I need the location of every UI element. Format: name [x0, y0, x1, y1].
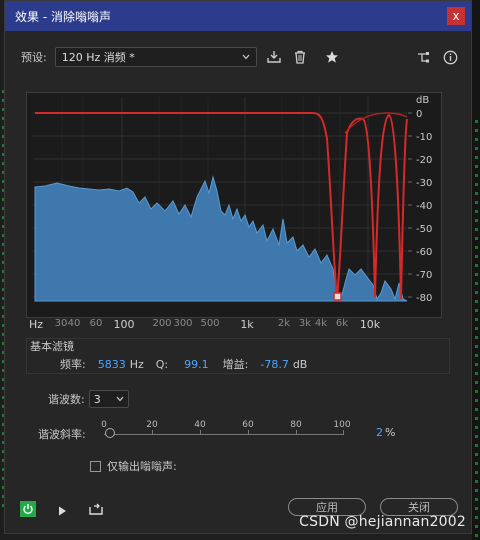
- harmonics-label: 谐波数:: [48, 393, 85, 406]
- harmonics-row: 谐波数: 3: [48, 390, 129, 408]
- db-axis: dB 0 -10 -20 -30 -40 -50 -60 -70 -80: [416, 95, 432, 304]
- star-icon[interactable]: [323, 48, 341, 66]
- slope-tick-label: 100: [333, 420, 351, 430]
- only-output-row: 仅输出嗡嗡声:: [90, 458, 177, 474]
- frequency-value[interactable]: 5833: [98, 358, 126, 371]
- db-ticks: [408, 112, 412, 298]
- preset-row: 预设: 120 Hz 消频 *: [21, 47, 459, 67]
- basic-filter-title: 基本滤镜: [30, 340, 74, 353]
- slider-tick: [248, 430, 249, 434]
- graph-canvas[interactable]: dB 0 -10 -20 -30 -40 -50 -60 -70 -80: [27, 93, 441, 317]
- slider-thumb[interactable]: [104, 428, 115, 438]
- chevron-down-icon: [242, 54, 250, 60]
- svg-text:-40: -40: [416, 201, 432, 212]
- x-tick: 6k: [335, 318, 349, 329]
- slope-label: 谐波斜率:: [38, 428, 86, 441]
- loop-icon[interactable]: [88, 501, 104, 520]
- x-tick: 3k: [298, 318, 312, 329]
- svg-text:-60: -60: [416, 247, 432, 258]
- slider-tick: [343, 430, 344, 434]
- svg-text:dB: dB: [416, 95, 429, 106]
- preset-value: 120 Hz 消频 *: [61, 51, 135, 64]
- svg-text:-10: -10: [416, 132, 432, 143]
- close-icon[interactable]: x: [447, 7, 465, 25]
- x-tick: 2k: [277, 318, 291, 329]
- x-tick: 1k: [240, 318, 254, 331]
- slope-tick-label: 20: [146, 420, 158, 430]
- chevron-down-icon: [116, 396, 124, 402]
- slope-row: 谐波斜率:: [38, 426, 86, 442]
- slope-slider[interactable]: [104, 428, 344, 438]
- spectrum-area: [34, 175, 408, 302]
- harmonics-dropdown[interactable]: 3: [88, 390, 129, 408]
- frequency-label: 频率:: [60, 358, 86, 371]
- svg-text:-80: -80: [416, 293, 432, 304]
- svg-text:-50: -50: [416, 224, 432, 235]
- slope-tick-label: 80: [290, 420, 302, 430]
- slope-tick-label: 40: [194, 420, 206, 430]
- slope-tick-label: 60: [242, 420, 254, 430]
- svg-text:0: 0: [416, 109, 422, 120]
- slider-tick: [152, 430, 153, 434]
- save-preset-icon[interactable]: [265, 48, 283, 66]
- gain-value[interactable]: -78.7: [260, 358, 288, 371]
- x-tick: 300: [173, 318, 193, 329]
- trash-icon[interactable]: [291, 48, 309, 66]
- frequency-unit: Hz: [129, 357, 144, 371]
- slope-value[interactable]: 2: [376, 426, 383, 439]
- only-output-label: 仅输出嗡嗡声:: [107, 460, 177, 473]
- gain-label: 增益:: [222, 358, 249, 371]
- slider-tick: [296, 430, 297, 434]
- power-icon[interactable]: [20, 501, 36, 517]
- slope-unit: %: [385, 426, 396, 439]
- harmonics-value: 3: [93, 392, 101, 406]
- x-tick: Hz: [28, 318, 44, 331]
- slider-track: [104, 434, 344, 435]
- watermark: CSDN @hejiannan2002: [299, 514, 466, 530]
- frequency-axis: Hz 30 40 60 100 200 300 500 1k 2k 3k 4k …: [26, 318, 416, 332]
- x-tick: 10k: [359, 318, 381, 331]
- x-tick: 40: [67, 318, 81, 329]
- routing-icon[interactable]: [415, 48, 433, 66]
- play-icon[interactable]: [56, 502, 68, 521]
- preset-dropdown[interactable]: 120 Hz 消频 *: [54, 47, 257, 67]
- slope-readout: 2 %: [376, 426, 395, 439]
- q-value[interactable]: 99.1: [184, 358, 209, 371]
- x-tick: 100: [113, 318, 135, 331]
- basic-filter-params: 频率: 5833 Hz Q: 99.1 增益: -78.7 dB: [60, 356, 307, 372]
- only-output-checkbox[interactable]: [90, 460, 101, 472]
- svg-text:-70: -70: [416, 270, 432, 281]
- frequency-graph[interactable]: dB 0 -10 -20 -30 -40 -50 -60 -70 -80: [26, 92, 442, 318]
- window-title: 效果 - 消除嗡嗡声: [15, 9, 111, 24]
- x-tick: 500: [200, 318, 220, 329]
- info-icon[interactable]: [441, 48, 459, 66]
- title-bar[interactable]: 效果 - 消除嗡嗡声 x: [5, 1, 471, 31]
- x-tick: 30: [54, 318, 68, 329]
- slider-tick: [200, 430, 201, 434]
- x-tick: 4k: [314, 318, 328, 329]
- background-waveform-right: [475, 120, 478, 540]
- svg-text:-30: -30: [416, 178, 432, 189]
- filter-handle[interactable]: [333, 292, 342, 301]
- q-label: Q:: [155, 357, 169, 371]
- x-tick: 60: [89, 318, 103, 329]
- svg-text:-20: -20: [416, 155, 432, 166]
- harmonic-curve: [344, 112, 408, 134]
- gain-unit: dB: [292, 357, 308, 371]
- x-tick: 200: [152, 318, 172, 329]
- preset-label: 预设:: [21, 51, 47, 64]
